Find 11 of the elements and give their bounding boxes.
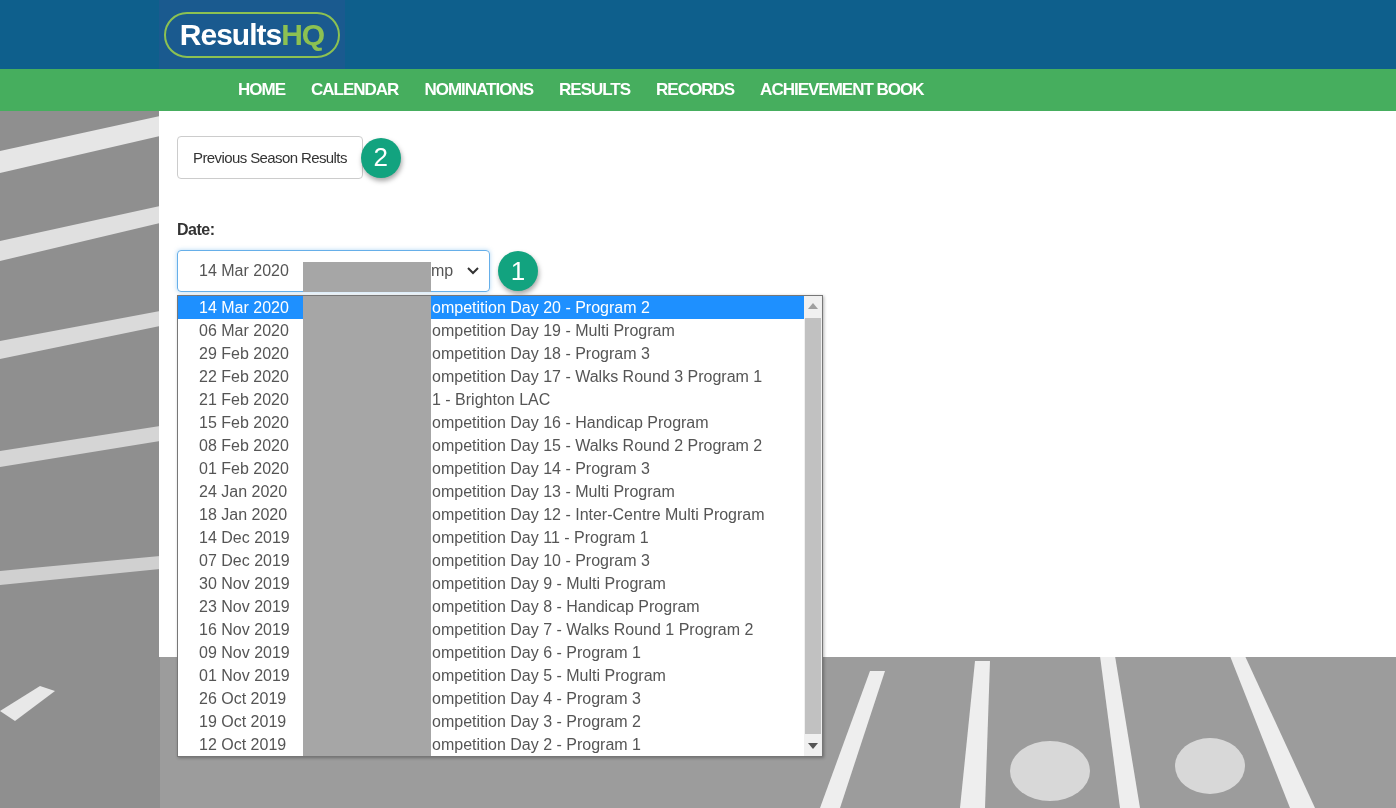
- logo[interactable]: ResultsHQ: [163, 11, 341, 58]
- date-label: Date:: [177, 221, 216, 239]
- step-badge: 1: [498, 251, 538, 291]
- chevron-down-icon: [467, 267, 479, 275]
- date-select[interactable]: 14 Mar 2020 mp: [177, 250, 490, 292]
- scroll-down-icon[interactable]: [808, 742, 818, 750]
- scroll-up-icon[interactable]: [808, 302, 818, 310]
- scrollbar[interactable]: [804, 296, 822, 756]
- step-badge: 2: [360, 137, 401, 178]
- previous-season-button[interactable]: Previous Season Results: [177, 136, 363, 179]
- dropdown-option[interactable]: 12 Oct 2019 ompetition Day 2 - Program 1: [178, 733, 804, 756]
